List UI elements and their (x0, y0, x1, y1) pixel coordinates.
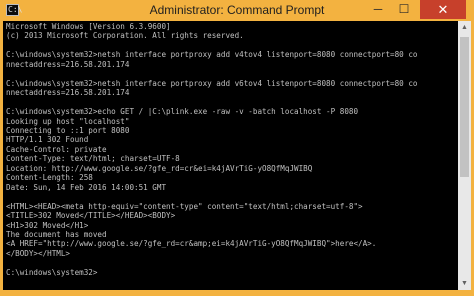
scrollbar-thumb[interactable] (460, 37, 469, 177)
console-line: Connecting to ::1 port 8080 (6, 125, 130, 135)
console-line: C:\windows\system32> (6, 267, 98, 277)
console-line: (c) 2013 Microsoft Corporation. All righ… (6, 31, 244, 41)
console-line: Location: http://www.google.se/?gfe_rd=c… (6, 163, 313, 173)
title-bar[interactable]: C:\ Administrator: Command Prompt ─ ☐ ✕ (0, 0, 474, 21)
console-line: Date: Sun, 14 Feb 2016 14:00:51 GMT (6, 182, 167, 192)
console-line: Content-Length: 258 (6, 173, 93, 183)
console-line: Looking up host "localhost" (6, 116, 130, 126)
window-bottom-border (0, 290, 474, 296)
command-prompt-window: C:\ Administrator: Command Prompt ─ ☐ ✕ … (0, 0, 474, 296)
minimize-button[interactable]: ─ (365, 0, 391, 19)
console-line: <A HREF="http://www.google.se/?gfe_rd=cr… (6, 239, 377, 249)
console-output[interactable]: Microsoft Windows [Version 6.3.9600] (c) … (3, 21, 458, 277)
console-line: nnectaddress=216.58.201.174 (6, 59, 130, 69)
console-line: <H1>302 Moved</H1> (6, 220, 89, 230)
scroll-down-arrow-icon[interactable]: ▼ (458, 277, 471, 290)
console-line: C:\windows\system32>echo GET / |C:\plink… (6, 107, 359, 117)
maximize-button[interactable]: ☐ (391, 0, 417, 19)
close-button[interactable]: ✕ (420, 0, 466, 19)
console-area[interactable]: Microsoft Windows [Version 6.3.9600] (c) … (3, 21, 458, 290)
console-line: <TITLE>302 Moved</TITLE></HEAD><BODY> (6, 211, 176, 221)
console-line: nnectaddress=216.58.201.174 (6, 88, 130, 98)
vertical-scrollbar[interactable]: ▲ ▼ (458, 21, 471, 290)
console-line: HTTP/1.1 302 Found (6, 135, 89, 145)
console-line: C:\windows\system32>netsh interface port… (6, 78, 418, 88)
scroll-up-arrow-icon[interactable]: ▲ (458, 21, 471, 34)
console-line: Cache-Control: private (6, 144, 107, 154)
console-line: Microsoft Windows [Version 6.3.9600] (6, 22, 171, 31)
console-line: <HTML><HEAD><meta http-equiv="content-ty… (6, 201, 363, 211)
console-line: C:\windows\system32>netsh interface port… (6, 50, 418, 60)
console-line: Content-Type: text/html; charset=UTF-8 (6, 154, 180, 164)
console-line: </BODY></HTML> (6, 248, 71, 258)
console-line: The document has moved (6, 229, 107, 239)
